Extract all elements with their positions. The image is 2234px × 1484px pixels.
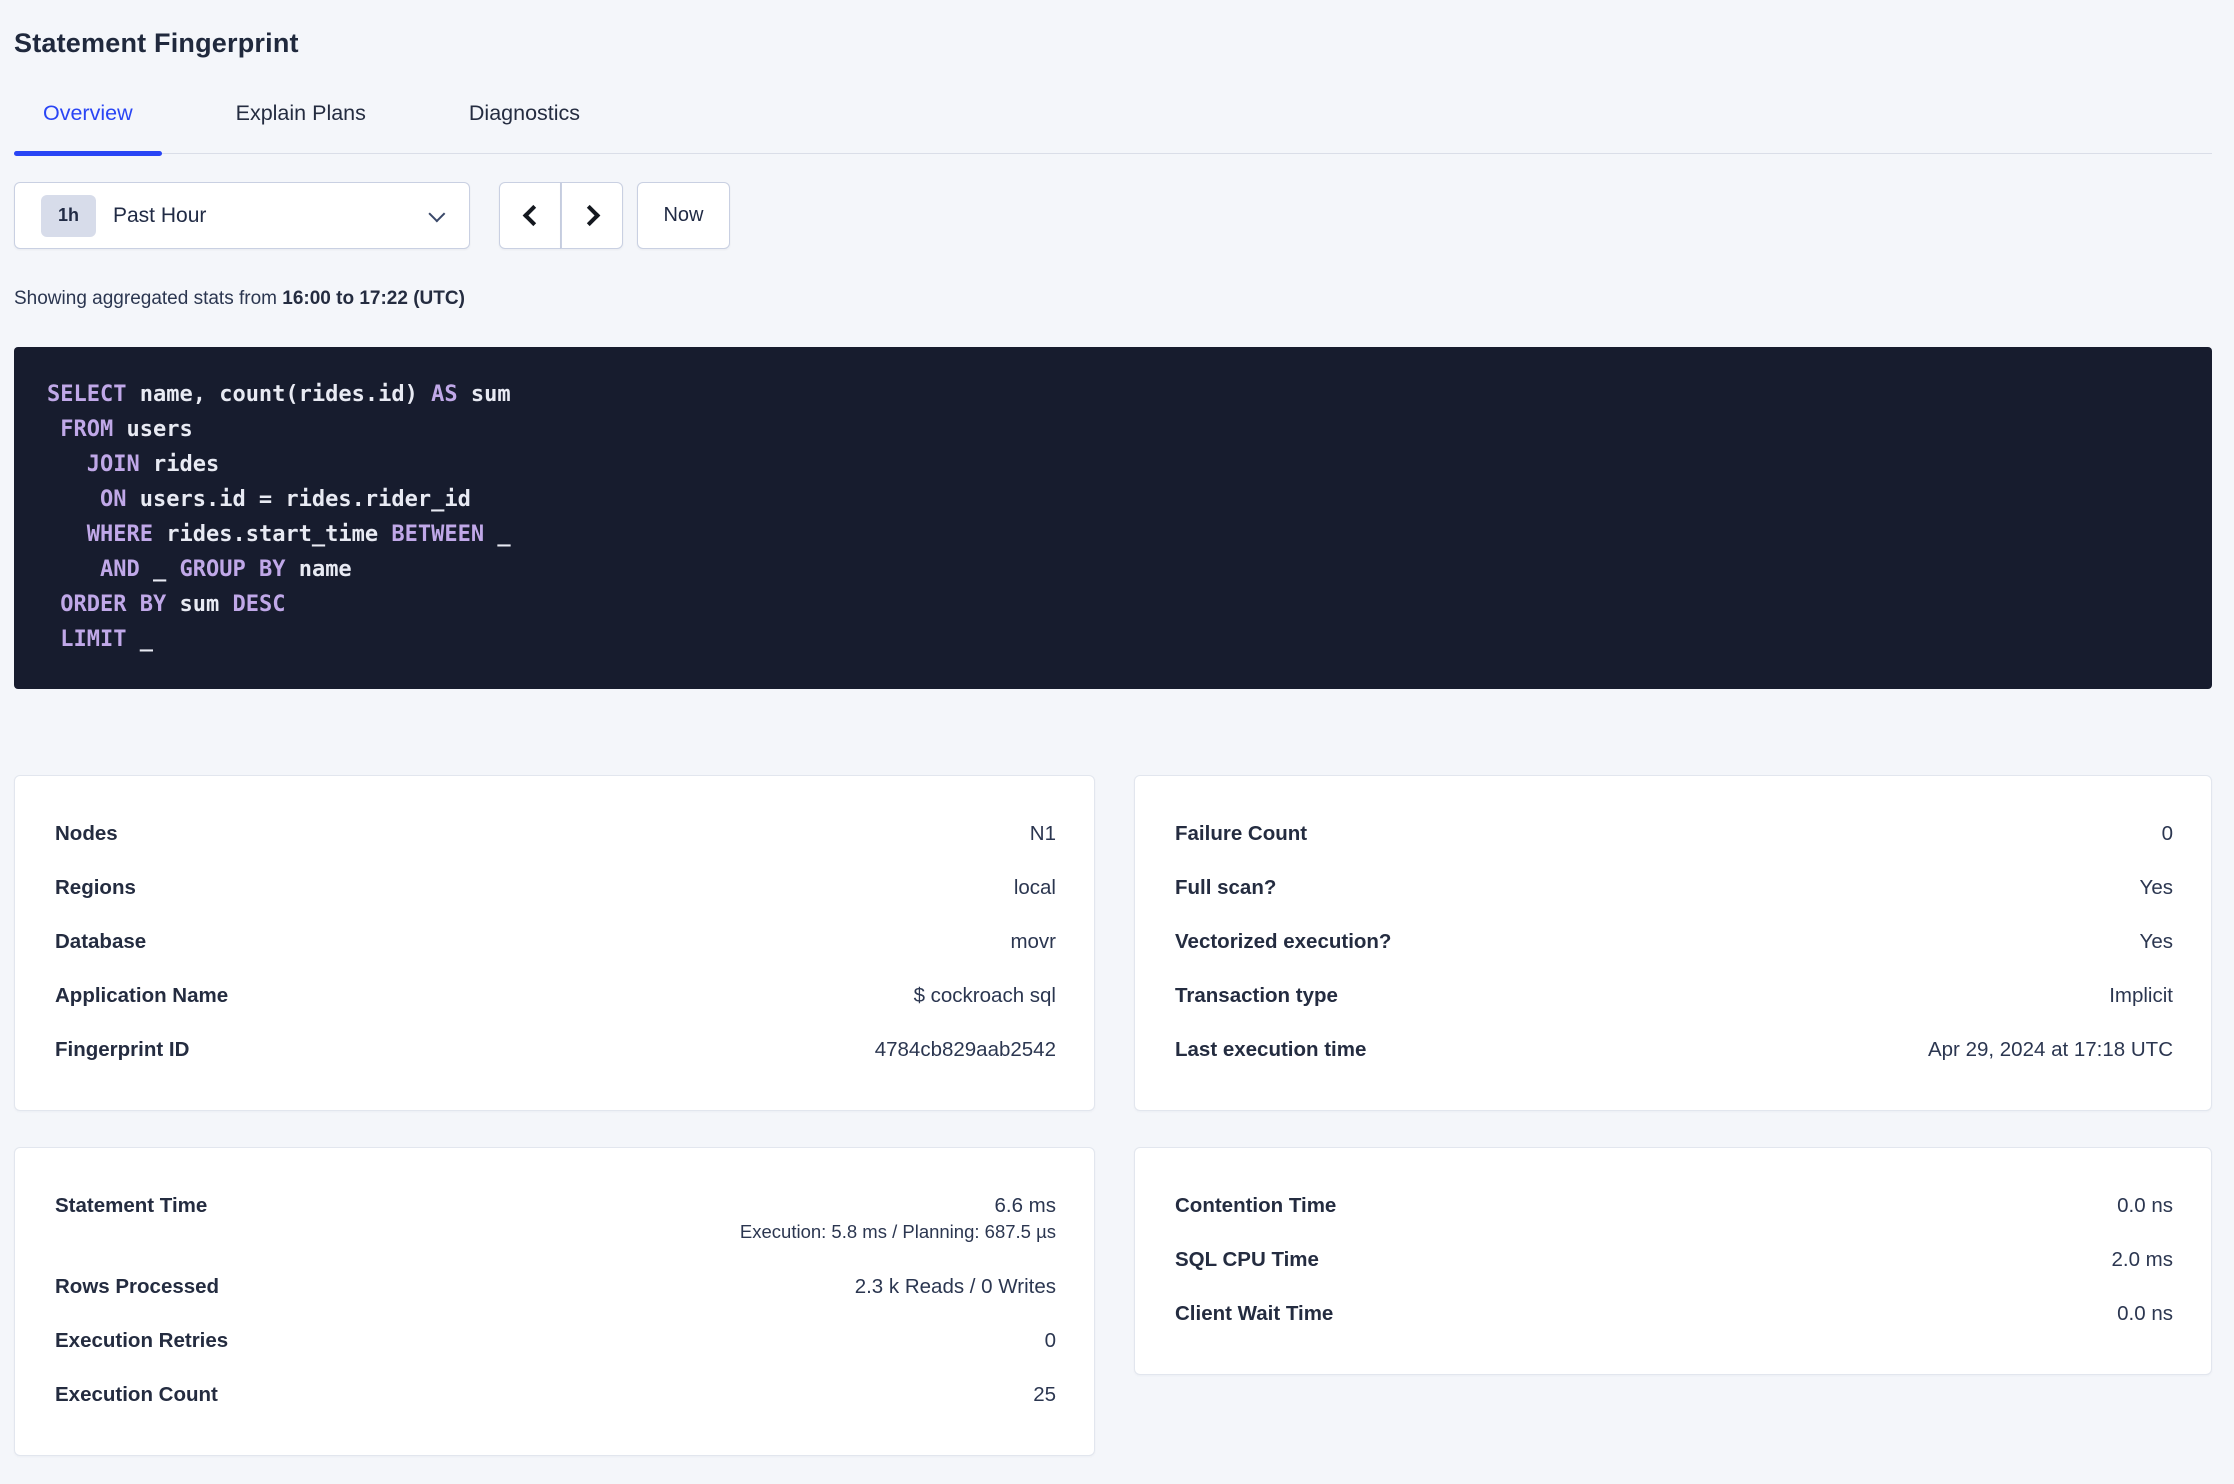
tab-explain-plans-label: Explain Plans (235, 101, 366, 125)
stat-value: 0 (1044, 1329, 1056, 1352)
stat-row-execution-count: Execution Count 25 (55, 1368, 1056, 1422)
stat-value: 25 (1033, 1383, 1056, 1406)
stat-row-last-execution-time: Last execution time Apr 29, 2024 at 17:1… (1175, 1023, 2173, 1077)
stat-value: 2.3 k Reads / 0 Writes (854, 1275, 1056, 1298)
stat-label: Database (55, 930, 147, 953)
stat-value: 0.0 ns (2117, 1194, 2173, 1217)
stat-row-contention-time: Contention Time 0.0 ns (1175, 1179, 2173, 1233)
now-button-label: Now (663, 204, 704, 226)
statement-details-card: Nodes N1 Regions local Database movr App… (14, 775, 1095, 1111)
tab-diagnostics-label: Diagnostics (468, 101, 581, 125)
stats-line-range: 16:00 to 17:22 (UTC) (282, 288, 465, 309)
statement-time-breakdown: Execution: 5.8 ms / Planning: 687.5 µs (739, 1221, 1056, 1242)
tab-explain-plans[interactable]: Explain Plans (207, 100, 395, 153)
chevron-down-icon (428, 204, 446, 222)
stat-value: movr (1010, 930, 1056, 953)
stat-label: Fingerprint ID (55, 1038, 190, 1061)
time-controls: 1h Past Hour Now (14, 182, 2212, 249)
stat-label: Failure Count (1175, 822, 1308, 845)
stat-label: Statement Time (55, 1194, 208, 1217)
previous-time-button[interactable] (499, 182, 561, 249)
stat-label: Application Name (55, 984, 229, 1007)
stat-label: Last execution time (1175, 1038, 1367, 1061)
stat-value: 0 (2161, 822, 2173, 845)
stat-row-regions: Regions local (55, 861, 1056, 915)
stat-value: Apr 29, 2024 at 17:18 UTC (1927, 1038, 2173, 1061)
time-range-label: Past Hour (113, 203, 207, 227)
stat-value: 6.6 ms (994, 1194, 1056, 1217)
stat-row-fingerprint-id: Fingerprint ID 4784cb829aab2542 (55, 1023, 1056, 1077)
stat-row-vectorized-execution: Vectorized execution? Yes (1175, 915, 2173, 969)
time-range-select[interactable]: 1h Past Hour (14, 182, 470, 249)
stat-label: Regions (55, 876, 136, 899)
stat-value: 2.0 ms (2111, 1248, 2173, 1271)
execution-attributes-card: Failure Count 0 Full scan? Yes Vectorize… (1134, 775, 2212, 1111)
stat-row-full-scan: Full scan? Yes (1175, 861, 2173, 915)
stat-row-transaction-type: Transaction type Implicit (1175, 969, 2173, 1023)
stat-label: Client Wait Time (1175, 1302, 1334, 1325)
stat-label: Nodes (55, 822, 118, 845)
tab-diagnostics[interactable]: Diagnostics (440, 100, 609, 153)
nodes-link[interactable]: N1 (1030, 822, 1056, 846)
tab-bar: Overview Explain Plans Diagnostics (14, 100, 2212, 156)
tab-overview-label: Overview (43, 101, 133, 125)
stat-value: Yes (2139, 876, 2173, 899)
tab-overview[interactable]: Overview (14, 100, 162, 156)
next-time-button[interactable] (561, 182, 623, 249)
stat-row-sql-cpu-time: SQL CPU Time 2.0 ms (1175, 1233, 2173, 1287)
time-step-buttons (499, 182, 623, 249)
stat-value: 4784cb829aab2542 (874, 1038, 1056, 1061)
statement-fingerprint-page: Statement Fingerprint Overview Explain P… (0, 26, 2234, 1456)
chevron-left-icon (522, 204, 544, 227)
stat-label: Contention Time (1175, 1194, 1337, 1217)
stat-row-client-wait-time: Client Wait Time 0.0 ns (1175, 1287, 2173, 1341)
page-title: Statement Fingerprint (14, 28, 299, 58)
stat-label: Vectorized execution? (1175, 930, 1392, 953)
stat-row-execution-retries: Execution Retries 0 (55, 1314, 1056, 1368)
stat-value: local (1013, 876, 1056, 899)
stat-row-nodes: Nodes N1 (55, 807, 1056, 861)
chevron-right-icon (578, 204, 600, 227)
application-name-link[interactable]: $ cockroach sql (914, 984, 1056, 1008)
aggregated-stats-line: Showing aggregated stats from 16:00 to 1… (14, 288, 2212, 310)
statement-time-card: Statement Time 6.6 ms Execution: 5.8 ms … (14, 1147, 1095, 1456)
stat-row-application-name: Application Name $ cockroach sql (55, 969, 1056, 1023)
stat-value: Implicit (2109, 984, 2173, 1007)
stat-label: SQL CPU Time (1175, 1248, 1319, 1271)
stats-line-prefix: Showing aggregated stats from (14, 288, 283, 309)
stat-label: Full scan? (1175, 876, 1277, 899)
stat-value: 0.0 ns (2117, 1302, 2173, 1325)
stat-row-rows-processed: Rows Processed 2.3 k Reads / 0 Writes (55, 1260, 1056, 1314)
stat-value: Yes (2139, 930, 2173, 953)
stats-cards-grid: Nodes N1 Regions local Database movr App… (14, 775, 2212, 1456)
sql-statement-box: SELECT name, count(rides.id) AS sum FROM… (14, 347, 2212, 689)
stat-label: Execution Count (55, 1383, 218, 1406)
time-range-badge: 1h (41, 194, 96, 237)
sql-code: SELECT name, count(rides.id) AS sum FROM… (47, 382, 511, 652)
stat-row-failure-count: Failure Count 0 (1175, 807, 2173, 861)
stat-row-database: Database movr (55, 915, 1056, 969)
stat-label: Transaction type (1175, 984, 1338, 1007)
stat-label: Rows Processed (55, 1275, 220, 1298)
now-button[interactable]: Now (637, 182, 730, 249)
wait-time-card: Contention Time 0.0 ns SQL CPU Time 2.0 … (1134, 1147, 2212, 1375)
stat-label: Execution Retries (55, 1329, 229, 1352)
